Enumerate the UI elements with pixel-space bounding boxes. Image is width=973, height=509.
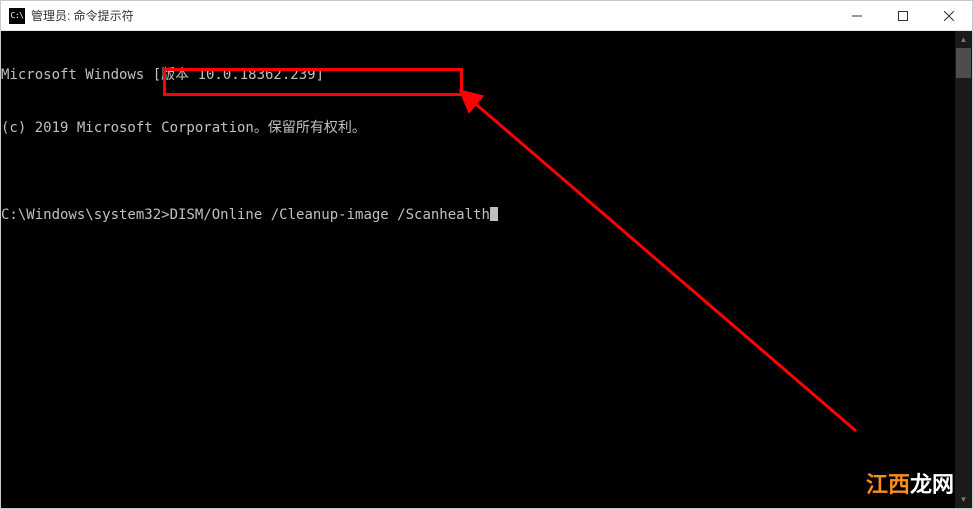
minimize-button[interactable]: [834, 1, 880, 30]
text-cursor: [490, 207, 498, 221]
scrollbar-thumb[interactable]: [956, 48, 971, 78]
terminal-line-version: Microsoft Windows [版本 10.0.18362.239]: [1, 67, 972, 85]
terminal-line-copyright: (c) 2019 Microsoft Corporation。保留所有权利。: [1, 120, 972, 138]
prompt-path: C:\Windows\system32>: [1, 207, 170, 225]
watermark-part2: 龙网: [910, 471, 954, 499]
typed-command: DISM/Online /Cleanup-image /Scanhealth: [170, 207, 490, 225]
terminal-body[interactable]: Microsoft Windows [版本 10.0.18362.239] (c…: [1, 31, 972, 508]
close-button[interactable]: [926, 1, 972, 30]
window-controls: [834, 1, 972, 30]
window-titlebar: C:\ 管理员: 命令提示符: [1, 1, 972, 31]
titlebar-left: C:\ 管理员: 命令提示符: [1, 7, 134, 24]
vertical-scrollbar[interactable]: ▲ ▼: [955, 31, 972, 508]
watermark-part1: 江西: [866, 471, 910, 499]
window-title: 管理员: 命令提示符: [31, 7, 134, 24]
minimize-icon: [852, 11, 862, 21]
maximize-icon: [898, 11, 908, 21]
cmd-icon: C:\: [9, 8, 25, 24]
maximize-button[interactable]: [880, 1, 926, 30]
annotation-arrow: [1, 31, 972, 508]
scroll-up-arrow-icon[interactable]: ▲: [955, 31, 972, 48]
watermark: 江西龙网: [866, 471, 954, 499]
scroll-down-arrow-icon[interactable]: ▼: [955, 491, 972, 508]
close-icon: [944, 11, 954, 21]
terminal-prompt-line: C:\Windows\system32>DISM/Online /Cleanup…: [1, 207, 972, 225]
